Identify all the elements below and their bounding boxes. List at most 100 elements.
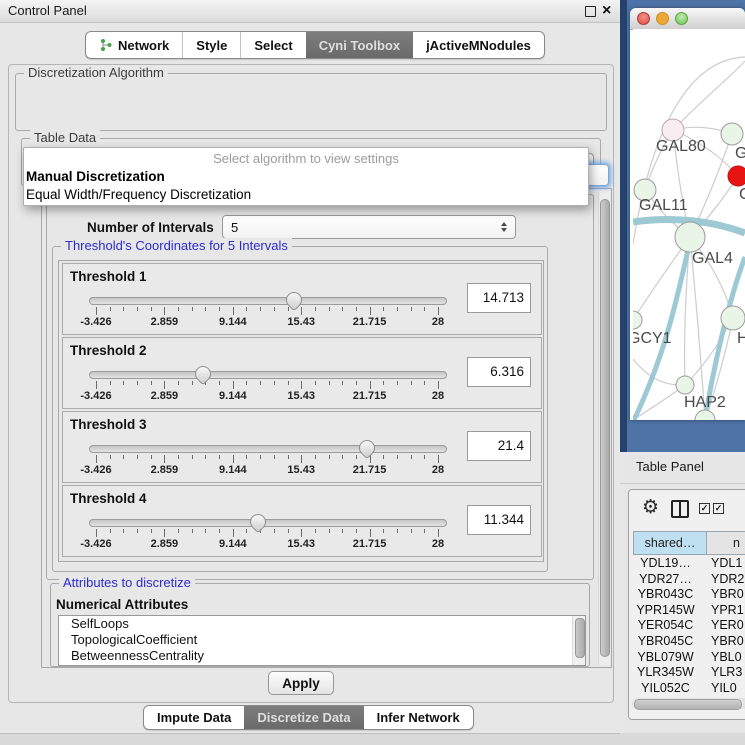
top-tab-bar: Network Style Select Cyni Toolbox jActiv… xyxy=(85,31,545,59)
scrollbar-thumb[interactable] xyxy=(575,618,585,658)
table-rows: YDL19…YDL1YDR27…YDR2YBR043CYBR0YPR145WYP… xyxy=(629,556,745,696)
threshold-4-label: Threshold 4 xyxy=(70,491,147,506)
attributes-group-title: Attributes to discretize xyxy=(59,575,195,590)
list-item[interactable]: TopologicalCoefficient xyxy=(59,632,585,648)
table-row[interactable]: YDR27…YDR2 xyxy=(629,572,745,588)
node-label-gcy1[interactable]: GCY1 xyxy=(633,330,672,348)
threshold-3-value[interactable]: 21.4 xyxy=(467,431,531,461)
frame-edge xyxy=(620,0,627,452)
threshold-4-panel: Threshold 4 -3.4262.8599.14415.4321.7152… xyxy=(62,485,542,557)
list-item[interactable]: BetweennessCentrality xyxy=(59,648,585,664)
threshold-2-slider[interactable]: -3.4262.8599.14415.4321.71528 xyxy=(87,364,467,406)
numerical-attributes-list[interactable]: SelfLoopsTopologicalCoefficientBetweenne… xyxy=(58,615,586,666)
column-header-name[interactable]: n xyxy=(706,531,745,555)
table-row[interactable]: YBL079WYBL0 xyxy=(629,650,745,666)
threshold-3-label: Threshold 3 xyxy=(70,417,147,432)
threshold-2-label: Threshold 2 xyxy=(70,343,147,358)
tab-network-label: Network xyxy=(118,38,169,53)
float-window-icon[interactable] xyxy=(585,6,596,17)
table-row[interactable]: YBR043CYBR0 xyxy=(629,587,745,603)
control-panel-titlebar: Control Panel × xyxy=(0,0,620,23)
slider-track[interactable] xyxy=(89,371,447,379)
tab-select[interactable]: Select xyxy=(240,32,305,58)
checkbox-icon[interactable]: ✓ xyxy=(699,503,710,514)
thresholds-group-title: Threshold's Coordinates for 5 Intervals xyxy=(61,238,292,253)
number-of-intervals-label: Number of Intervals xyxy=(87,220,214,235)
tab-style[interactable]: Style xyxy=(182,32,240,58)
node-label-clipped-ga[interactable]: GA xyxy=(735,145,745,163)
table-row[interactable]: YIL052CYIL0 xyxy=(629,681,745,697)
close-icon[interactable]: × xyxy=(602,1,611,21)
minimize-traffic-light-icon[interactable] xyxy=(656,12,669,25)
slider-track[interactable] xyxy=(89,445,447,453)
table-panel-header: Table Panel xyxy=(620,452,745,484)
numerical-attributes-label: Numerical Attributes xyxy=(56,597,188,612)
tab-discretize-data[interactable]: Discretize Data xyxy=(244,706,363,729)
tab-jactivemnodules[interactable]: jActiveMNodules xyxy=(413,32,544,58)
horizontal-scrollbar[interactable] xyxy=(632,698,745,709)
algorithm-popup-placeholder: Select algorithm to view settings xyxy=(24,150,588,168)
list-item[interactable]: SelfLoops xyxy=(59,616,585,632)
node-label-clipped-h[interactable]: H xyxy=(737,330,745,348)
threshold-1-panel: Threshold 1 -3.4262.8599.14415.4321.7152… xyxy=(62,263,542,335)
network-window-titlebar[interactable] xyxy=(630,8,745,30)
table-row[interactable]: YDL19…YDL1 xyxy=(629,556,745,572)
threshold-1-slider[interactable]: -3.4262.8599.14415.4321.71528 xyxy=(87,290,467,332)
table-panel-title: Table Panel xyxy=(636,459,704,474)
table-row[interactable]: YPR145WYPR1 xyxy=(629,603,745,619)
close-traffic-light-icon[interactable] xyxy=(637,12,650,25)
table-data-group-title: Table Data xyxy=(30,130,100,145)
node-label-hap2[interactable]: HAP2 xyxy=(684,394,726,412)
vertical-scrollbar[interactable] xyxy=(598,191,610,665)
tab-network[interactable]: Network xyxy=(86,32,182,58)
node-table: ⚙ ✓ ✓ shared… n YDL19…YDL1YDR27…YDR2YBR0… xyxy=(628,489,745,720)
table-panel: Table Panel ⚙ ✓ ✓ shared… n YDL19…YDL1YD… xyxy=(620,452,745,733)
screen: Control Panel × Network Style Select Cyn… xyxy=(0,0,745,745)
slider-ticks xyxy=(96,307,438,315)
scrollbar-thumb[interactable] xyxy=(634,699,742,710)
threshold-4-slider[interactable]: -3.4262.8599.14415.4321.71528 xyxy=(87,512,467,554)
split-columns-icon[interactable] xyxy=(671,500,689,518)
slider-track[interactable] xyxy=(89,519,447,527)
slider-tick-labels: -3.4262.8599.14415.4321.71528 xyxy=(96,464,438,476)
node-label-gal11[interactable]: GAL11 xyxy=(639,197,688,215)
scrollbar-thumb[interactable] xyxy=(600,199,610,657)
gear-icon[interactable]: ⚙ xyxy=(642,496,659,518)
slider-ticks xyxy=(96,381,438,389)
algorithm-option-manual[interactable]: Manual Discretization xyxy=(24,168,588,186)
node-label-gal4[interactable]: GAL4 xyxy=(692,250,733,268)
tab-infer-network[interactable]: Infer Network xyxy=(364,706,473,729)
slider-tick-labels: -3.4262.8599.14415.4321.71528 xyxy=(96,538,438,550)
slider-tick-labels: -3.4262.8599.14415.4321.71528 xyxy=(96,316,438,328)
combo-spinner-icon xyxy=(501,222,507,232)
threshold-1-label: Threshold 1 xyxy=(70,269,147,284)
zoom-traffic-light-icon[interactable] xyxy=(675,12,688,25)
slider-ticks xyxy=(96,529,438,537)
panel-title: Control Panel xyxy=(8,3,87,18)
network-canvas[interactable]: GAL80 GA C GAL11 GAL4 GCY1 H HAP2 xyxy=(633,29,745,420)
table-row[interactable]: YER054CYER0 xyxy=(629,618,745,634)
node-label-gal80[interactable]: GAL80 xyxy=(656,138,706,156)
column-header-shared-name[interactable]: shared… xyxy=(633,531,707,555)
tab-impute-data[interactable]: Impute Data xyxy=(144,706,244,729)
network-icon xyxy=(99,38,113,52)
checkbox-icon[interactable]: ✓ xyxy=(713,503,724,514)
apply-button[interactable]: Apply xyxy=(268,671,334,695)
discretization-algorithm-group: Discretization Algorithm xyxy=(15,73,607,131)
algorithm-option-equal-width[interactable]: Equal Width/Frequency Discretization xyxy=(24,186,588,204)
threshold-1-value[interactable]: 14.713 xyxy=(467,283,531,313)
slider-track[interactable] xyxy=(89,297,447,305)
discretization-algorithm-group-title: Discretization Algorithm xyxy=(24,65,168,80)
threshold-2-value[interactable]: 6.316 xyxy=(467,357,531,387)
table-row[interactable]: YBR045CYBR0 xyxy=(629,634,745,650)
table-row[interactable]: YLR345WYLR3 xyxy=(629,665,745,681)
algorithm-dropdown-popup: Select algorithm to view settings Manual… xyxy=(23,147,589,206)
tab-cyni-toolbox[interactable]: Cyni Toolbox xyxy=(306,32,413,58)
number-of-intervals-select[interactable]: 5 xyxy=(222,215,516,239)
control-panel: Control Panel × Network Style Select Cyn… xyxy=(0,0,620,734)
list-scrollbar[interactable] xyxy=(572,616,585,665)
node-label-clipped-c[interactable]: C xyxy=(739,186,745,204)
threshold-3-slider[interactable]: -3.4262.8599.14415.4321.71528 xyxy=(87,438,467,480)
slider-ticks xyxy=(96,455,438,463)
threshold-4-value[interactable]: 11.344 xyxy=(467,505,531,535)
